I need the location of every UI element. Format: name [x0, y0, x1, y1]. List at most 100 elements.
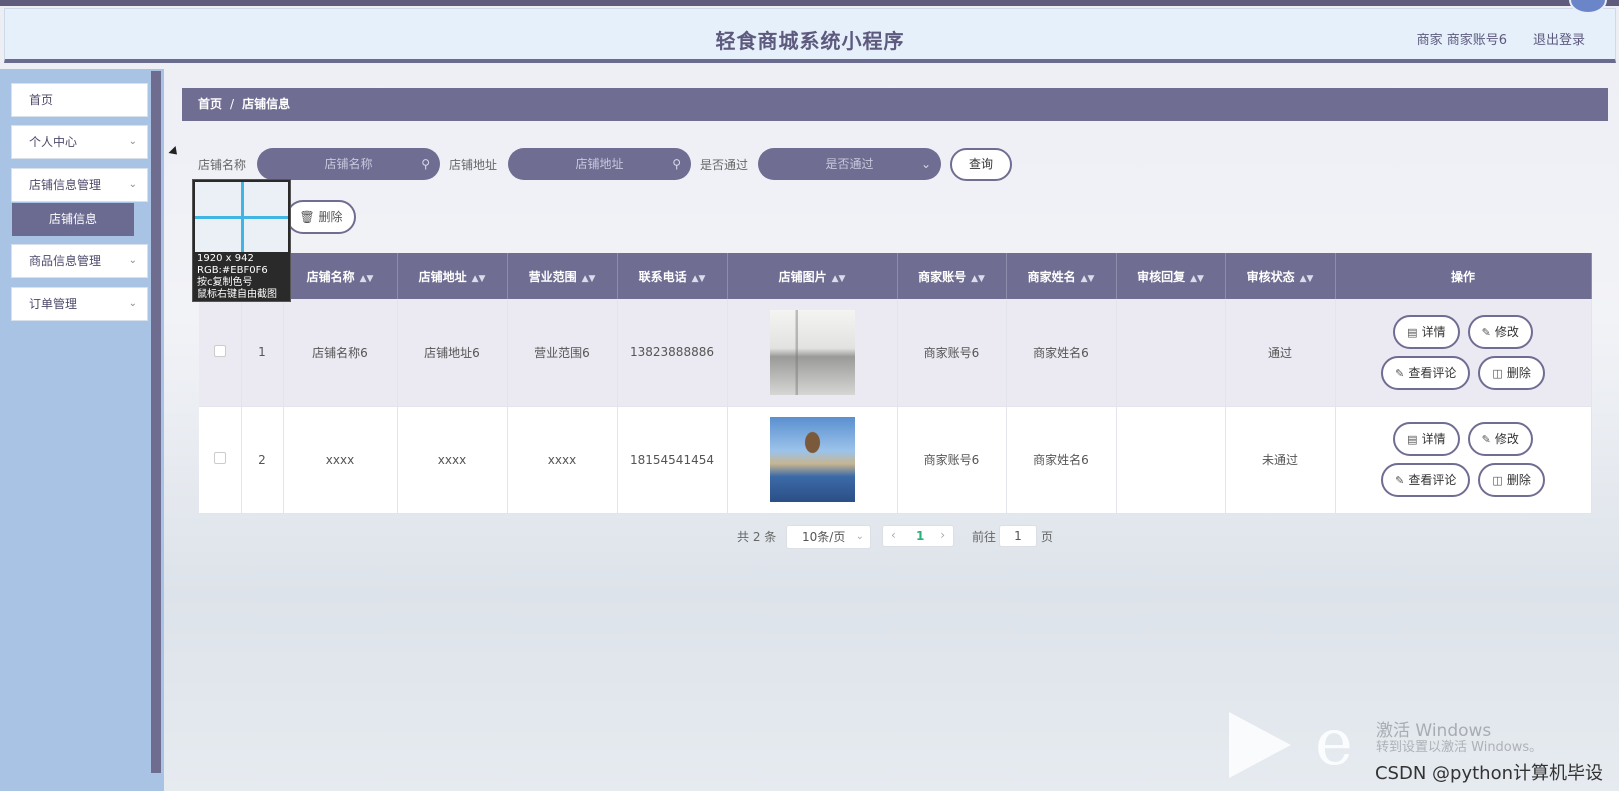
- chevron-down-icon: ⌄: [855, 531, 864, 542]
- page-size-select[interactable]: 10条/页 ⌄: [786, 525, 871, 549]
- sidebar-item-label: 首页: [29, 93, 54, 107]
- col-shop-name[interactable]: 店铺名称 ▲▼: [283, 253, 398, 299]
- sort-icon[interactable]: ▲▼: [472, 274, 486, 284]
- cell-merchant-account: 商家账号6: [897, 299, 1007, 407]
- col-business-scope[interactable]: 营业范围 ▲▼: [507, 253, 618, 299]
- sidebar-subitem-shop-info[interactable]: 店铺信息: [12, 203, 134, 236]
- cell-review-reply: [1116, 299, 1226, 407]
- table-row: 1 店铺名称6 店铺地址6 营业范围6 13823888886 商家账号6 商家…: [199, 299, 1592, 407]
- row-index: 1: [241, 299, 284, 407]
- shop-image-thumbnail[interactable]: [769, 309, 855, 395]
- screenshot-info: 1920 x 942 RGB:#EBF0F6 按c复制色号 鼠标右键自由截图: [197, 253, 277, 301]
- col-review-reply[interactable]: 审核回复 ▲▼: [1116, 253, 1226, 299]
- delete-button[interactable]: ◫ 删除: [1478, 355, 1545, 390]
- col-shop-image[interactable]: 店铺图片 ▲▼: [727, 253, 898, 299]
- shop-image-thumbnail[interactable]: [769, 417, 855, 502]
- top-strip: [0, 0, 1619, 6]
- sort-icon[interactable]: ▲▼: [971, 274, 985, 284]
- sort-icon[interactable]: ▲▼: [692, 274, 706, 284]
- edit-button[interactable]: ✎ 修改: [1467, 422, 1533, 456]
- shop-name-input[interactable]: 店铺名称 ⚲: [257, 148, 440, 180]
- search-icon: ⚲: [672, 157, 681, 171]
- edit-button[interactable]: ✎ 修改: [1467, 314, 1533, 349]
- copy-hint-text: 按c复制色号: [197, 277, 253, 288]
- pencil-icon: ✎: [1395, 366, 1405, 380]
- document-icon: ▤: [1407, 433, 1418, 446]
- sidebar-item-shop-mgmt[interactable]: 店铺信息管理 ⌄: [11, 168, 148, 202]
- query-button[interactable]: 查询: [950, 148, 1012, 181]
- chevron-down-icon: ⌄: [128, 179, 137, 190]
- pagination-nav: ‹ 1 ›: [882, 525, 954, 547]
- current-page[interactable]: 1: [916, 529, 924, 543]
- current-user: 商家 商家账号6: [1416, 33, 1507, 48]
- sort-icon[interactable]: ▲▼: [1081, 274, 1095, 284]
- cell-merchant-account: 商家账号6: [897, 406, 1007, 514]
- sidebar-item-personal[interactable]: 个人中心 ⌄: [11, 125, 148, 159]
- row-index: 2: [241, 406, 284, 514]
- sort-icon[interactable]: ▲▼: [1300, 274, 1314, 284]
- detail-button[interactable]: ▤ 详情: [1393, 422, 1460, 456]
- screenshot-tool-tooltip: 1920 x 942 RGB:#EBF0F6 按c复制色号 鼠标右键自由截图: [192, 179, 291, 302]
- pass-status-label: 是否通过: [700, 158, 749, 172]
- sidebar-item-orders[interactable]: 订单管理 ⌄: [11, 287, 148, 321]
- trash-icon: ◫: [1492, 366, 1503, 380]
- cell-shop-name: 店铺名称6: [283, 299, 398, 407]
- pencil-icon: ✎: [1481, 325, 1491, 339]
- pass-status-placeholder: 是否通过: [825, 157, 874, 171]
- mouse-cursor-icon: [168, 145, 181, 159]
- breadcrumb-home[interactable]: 首页: [198, 97, 222, 111]
- chevron-down-icon: ⌄: [920, 157, 931, 171]
- screen-size-text: 1920 x 942: [197, 253, 254, 264]
- page-unit-label: 页: [1041, 530, 1054, 544]
- video-logo-e-icon: e: [1315, 706, 1353, 780]
- cell-review-status: 未通过: [1225, 406, 1336, 514]
- trash-icon: ◫: [1492, 474, 1503, 487]
- pencil-icon: ✎: [1395, 474, 1405, 487]
- row-checkbox[interactable]: [213, 344, 226, 357]
- cell-shop-address: 店铺地址6: [397, 299, 508, 407]
- shop-address-label: 店铺地址: [449, 158, 498, 172]
- sort-icon[interactable]: ▲▼: [360, 274, 374, 284]
- goto-page-input[interactable]: 1: [999, 525, 1037, 547]
- capture-hint-text: 鼠标右键自由截图: [197, 289, 277, 300]
- view-comments-button[interactable]: ✎ 查看评论: [1381, 463, 1471, 497]
- col-review-status[interactable]: 审核状态 ▲▼: [1225, 253, 1336, 299]
- sort-icon[interactable]: ▲▼: [832, 274, 846, 284]
- col-shop-address[interactable]: 店铺地址 ▲▼: [397, 253, 508, 299]
- sort-icon[interactable]: ▲▼: [1190, 274, 1204, 284]
- cell-shop-name: xxxx: [283, 406, 398, 514]
- cell-business-scope: 营业范围6: [507, 299, 618, 407]
- pass-status-select[interactable]: 是否通过 ⌄: [758, 148, 941, 180]
- bulk-delete-button[interactable]: 🗑 删除: [286, 200, 356, 234]
- cell-review-reply: [1116, 406, 1226, 514]
- detail-button[interactable]: ▤ 详情: [1393, 314, 1460, 349]
- row-checkbox[interactable]: [213, 452, 226, 464]
- sidebar-item-goods-mgmt[interactable]: 商品信息管理 ⌄: [11, 244, 148, 278]
- col-merchant-name[interactable]: 商家姓名 ▲▼: [1006, 253, 1117, 299]
- sidebar-item-home[interactable]: 首页: [11, 83, 148, 117]
- chevron-down-icon: ⌄: [128, 136, 137, 147]
- col-phone[interactable]: 联系电话 ▲▼: [617, 253, 728, 299]
- delete-button[interactable]: ◫ 删除: [1478, 463, 1545, 497]
- sidebar-item-label: 店铺信息管理: [29, 178, 102, 192]
- prev-page-icon[interactable]: ‹: [891, 528, 896, 542]
- sidebar-item-label: 商品信息管理: [29, 254, 102, 268]
- col-merchant-account[interactable]: 商家账号 ▲▼: [897, 253, 1007, 299]
- cell-merchant-name: 商家姓名6: [1006, 406, 1117, 514]
- windows-activation-hint: 转到设置以激活 Windows。: [1376, 740, 1543, 755]
- sidebar-scrollbar[interactable]: [151, 71, 161, 773]
- pencil-icon: ✎: [1481, 433, 1491, 446]
- cell-shop-address: xxxx: [397, 406, 508, 514]
- cell-merchant-name: 商家姓名6: [1006, 299, 1117, 407]
- sort-icon[interactable]: ▲▼: [582, 274, 596, 284]
- col-actions: 操作: [1335, 253, 1592, 299]
- shop-address-input[interactable]: 店铺地址 ⚲: [508, 148, 691, 180]
- logout-link[interactable]: 退出登录: [1533, 29, 1585, 48]
- shop-address-placeholder: 店铺地址: [575, 157, 624, 171]
- view-comments-button[interactable]: ✎ 查看评论: [1381, 355, 1471, 390]
- row-actions: ▤ 详情 ✎ 修改 ✎ 查看评论 ◫ 删除: [1363, 422, 1563, 497]
- goto-label: 前往: [972, 530, 997, 544]
- cell-phone: 13823888886: [617, 299, 728, 407]
- breadcrumb: 首页 / 店铺信息: [182, 88, 1608, 121]
- next-page-icon[interactable]: ›: [940, 528, 945, 542]
